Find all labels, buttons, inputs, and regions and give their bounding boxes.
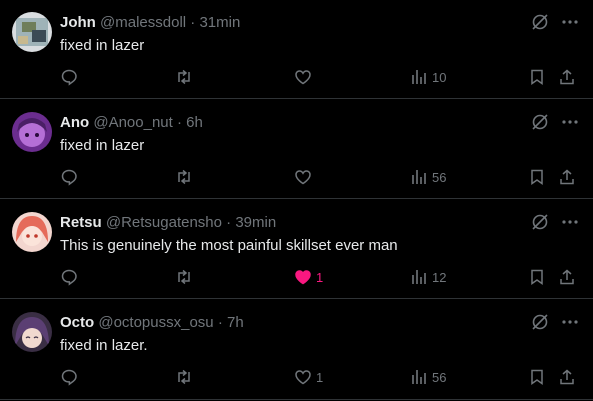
author-name[interactable]: Ano	[60, 114, 89, 131]
reply-icon	[60, 368, 78, 386]
share-icon	[558, 168, 576, 186]
share-icon	[558, 68, 576, 86]
share-icon	[558, 268, 576, 286]
tweet-header: Octo @octopussx_osu · 7h	[60, 313, 244, 333]
retweet-icon	[175, 368, 193, 386]
avatar[interactable]	[12, 312, 52, 352]
more-icon[interactable]	[560, 312, 580, 332]
views-icon	[410, 268, 428, 286]
views-button[interactable]: 12	[410, 266, 446, 288]
tweet[interactable]: John @malessdoll · 31min fixed in lazer …	[0, 0, 593, 99]
views-button[interactable]: 56	[410, 366, 446, 388]
reply-icon	[60, 268, 78, 286]
retweet-button[interactable]	[175, 366, 193, 388]
bookmark-icon	[528, 168, 546, 186]
retweet-button[interactable]	[175, 66, 193, 88]
more-icon[interactable]	[560, 12, 580, 32]
tweet[interactable]: Octo @octopussx_osu · 7h fixed in lazer.…	[0, 300, 593, 400]
separator-dot: ·	[217, 314, 223, 331]
retweet-icon	[175, 168, 193, 186]
like-button[interactable]: 1	[294, 366, 323, 388]
timestamp[interactable]: 31min	[199, 14, 240, 31]
bookmark-icon	[528, 68, 546, 86]
bookmark-icon	[528, 268, 546, 286]
like-icon	[294, 368, 312, 386]
timestamp[interactable]: 39min	[235, 214, 276, 231]
views-icon	[410, 168, 428, 186]
share-icon	[558, 368, 576, 386]
reply-button[interactable]	[60, 166, 78, 188]
timestamp[interactable]: 7h	[227, 314, 244, 331]
separator-dot: ·	[176, 114, 182, 131]
grok-icon[interactable]	[530, 112, 550, 132]
views-button[interactable]: 56	[410, 166, 446, 188]
retweet-icon	[175, 268, 193, 286]
views-count: 12	[432, 269, 447, 285]
timeline-feed: John @malessdoll · 31min fixed in lazer …	[0, 0, 593, 401]
grok-icon[interactable]	[530, 312, 550, 332]
views-count: 56	[432, 369, 447, 385]
views-button[interactable]: 10	[410, 66, 446, 88]
timestamp[interactable]: 6h	[186, 114, 203, 131]
share-button[interactable]	[558, 66, 576, 88]
like-button[interactable]	[294, 166, 316, 188]
avatar[interactable]	[12, 212, 52, 252]
like-count: 1	[316, 369, 324, 385]
retweet-icon	[175, 68, 193, 86]
reply-button[interactable]	[60, 366, 78, 388]
separator-dot: ·	[226, 214, 232, 231]
tweet[interactable]: Ano @Anoo_nut · 6h fixed in lazer 56	[0, 100, 593, 199]
reply-button[interactable]	[60, 66, 78, 88]
avatar[interactable]	[12, 112, 52, 152]
like-count: 1	[316, 269, 324, 285]
retweet-button[interactable]	[175, 266, 193, 288]
grok-icon[interactable]	[530, 212, 550, 232]
reply-button[interactable]	[60, 266, 78, 288]
like-button[interactable]: 1	[294, 266, 323, 288]
retweet-button[interactable]	[175, 166, 193, 188]
tweet-text: This is genuinely the most painful skill…	[60, 237, 398, 254]
author-handle[interactable]: @Anoo_nut	[93, 114, 172, 131]
tweet[interactable]: Retsu @Retsugatensho · 39min This is gen…	[0, 200, 593, 299]
grok-icon[interactable]	[530, 12, 550, 32]
author-name[interactable]: Octo	[60, 314, 94, 331]
bookmark-icon	[528, 368, 546, 386]
author-handle[interactable]: @malessdoll	[100, 14, 186, 31]
author-handle[interactable]: @Retsugatensho	[106, 214, 222, 231]
bookmark-button[interactable]	[528, 266, 546, 288]
reply-icon	[60, 68, 78, 86]
reply-icon	[60, 168, 78, 186]
bookmark-button[interactable]	[528, 166, 546, 188]
tweet-text: fixed in lazer	[60, 37, 145, 54]
views-icon	[410, 368, 428, 386]
share-button[interactable]	[558, 366, 576, 388]
separator-dot: ·	[190, 14, 196, 31]
like-icon	[294, 268, 312, 286]
share-button[interactable]	[558, 166, 576, 188]
tweet-header: Retsu @Retsugatensho · 39min	[60, 213, 276, 233]
views-icon	[410, 68, 428, 86]
more-icon[interactable]	[560, 212, 580, 232]
views-count: 10	[432, 69, 447, 85]
like-icon	[294, 168, 312, 186]
author-name[interactable]: John	[60, 14, 96, 31]
like-button[interactable]	[294, 66, 316, 88]
tweet-header: Ano @Anoo_nut · 6h	[60, 113, 203, 133]
views-count: 56	[432, 169, 447, 185]
tweet-text: fixed in lazer.	[60, 337, 148, 354]
avatar[interactable]	[12, 12, 52, 52]
bookmark-button[interactable]	[528, 66, 546, 88]
share-button[interactable]	[558, 266, 576, 288]
like-icon	[294, 68, 312, 86]
more-icon[interactable]	[560, 112, 580, 132]
tweet-header: John @malessdoll · 31min	[60, 13, 240, 33]
bookmark-button[interactable]	[528, 366, 546, 388]
tweet-text: fixed in lazer	[60, 137, 145, 154]
author-name[interactable]: Retsu	[60, 214, 102, 231]
author-handle[interactable]: @octopussx_osu	[98, 314, 213, 331]
